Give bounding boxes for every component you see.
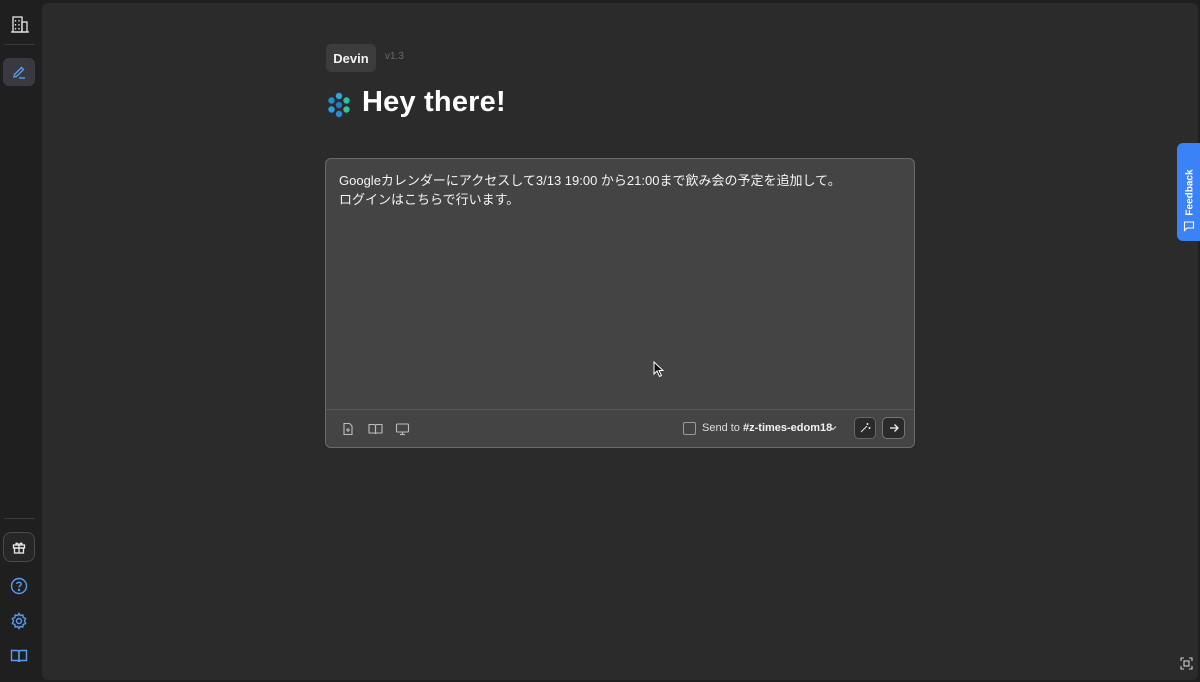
composer-divider [326,409,914,410]
book-icon[interactable] [8,645,30,667]
building-icon[interactable] [8,12,32,36]
prompt-composer[interactable]: Googleカレンダーにアクセスして3/13 19:00 から21:00まで飲み… [325,158,915,448]
gear-icon[interactable] [8,610,30,632]
knowledge-icon[interactable] [366,420,384,438]
greeting-heading: Hey there! [362,86,506,118]
sidebar-divider-bottom [4,518,35,519]
prompt-input[interactable]: Googleカレンダーにアクセスして3/13 19:00 から21:00まで飲み… [339,171,899,209]
send-button[interactable] [882,417,905,439]
gift-button[interactable] [3,532,35,562]
compose-icon [13,66,25,79]
magic-wand-icon [860,423,871,433]
feedback-label: Feedback [1184,169,1196,216]
mouse-cursor-icon [653,361,665,378]
send-to-checkbox[interactable] [683,422,696,435]
feedback-tab[interactable]: Feedback [1177,143,1200,241]
monitor-icon[interactable] [393,420,411,438]
sidebar-divider-top [4,44,35,45]
send-to-label: Send to [702,422,740,434]
screenshot-icon[interactable] [1180,657,1193,670]
gift-icon [12,542,26,554]
chevron-down-icon[interactable] [828,423,838,433]
message-icon [1183,221,1195,232]
channel-select[interactable]: #z-times-edom18 [743,422,832,434]
sidebar [0,0,40,682]
devin-tab[interactable]: Devin [326,44,376,72]
improve-prompt-button[interactable] [854,417,876,439]
devin-logo-icon [328,92,350,118]
arrow-right-icon [889,424,899,432]
help-icon[interactable] [8,575,30,597]
attach-file-icon[interactable] [339,420,357,438]
version-label: v1.3 [385,51,404,62]
new-session-button[interactable] [3,58,35,86]
